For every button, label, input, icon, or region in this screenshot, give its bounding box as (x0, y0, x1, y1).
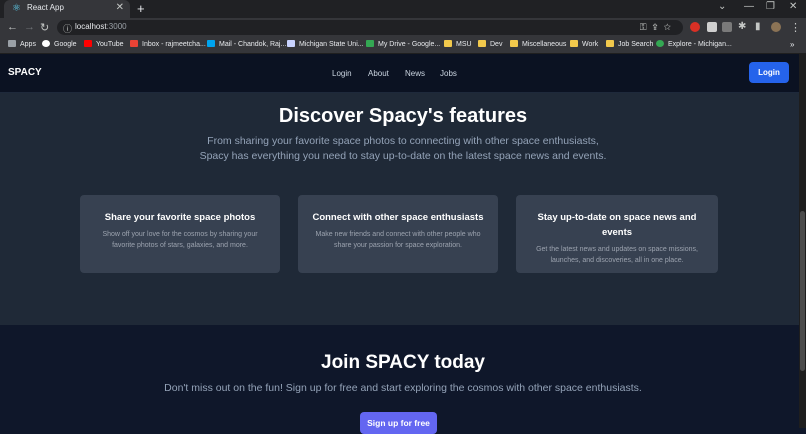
bookmark-folder-dev[interactable]: Dev (478, 40, 502, 48)
feature-card-connect: Connect with other space enthusiasts Mak… (298, 195, 498, 273)
profile-avatar[interactable] (771, 22, 781, 32)
browser-toolbar: ← → ↻ ⓘ localhost:3000 ⚿⇪☆ ✱ ▮ ⋮ (0, 18, 806, 37)
bookmark-folder-miscellaneous[interactable]: Miscellaneous (510, 40, 566, 48)
scrollbar-thumb[interactable] (800, 211, 805, 371)
bookmark-star-icon[interactable]: ☆ (664, 22, 677, 32)
nav-link-about[interactable]: About (368, 69, 389, 78)
reload-icon[interactable]: ↻ (40, 21, 49, 34)
page-scrollbar[interactable] (799, 54, 806, 428)
explore-icon (656, 40, 664, 47)
close-window-icon[interactable]: ✕ (789, 1, 797, 12)
nav-link-jobs[interactable]: Jobs (440, 69, 457, 78)
google-icon (42, 40, 50, 47)
extensions-puzzle-icon[interactable]: ✱ (738, 21, 746, 32)
feature-card-desc-line2: launches, and discoveries, all in one pl… (550, 257, 684, 264)
back-icon[interactable]: ← (7, 21, 18, 33)
bookmark-youtube[interactable]: YouTube (84, 40, 124, 48)
folder-icon (606, 40, 614, 47)
feature-card-desc-line1: Get the latest news and updates on space… (536, 246, 698, 253)
feature-card-desc-line2: share your passion for space exploration… (333, 242, 463, 249)
browser-tab[interactable]: ⚛ React App ✕ (4, 0, 130, 18)
browser-tab-bar: ⚛ React App ✕ + ⌄ — ❐ ✕ (0, 0, 806, 18)
bookmark-apps[interactable]: Apps (8, 40, 36, 48)
apps-grid-icon (8, 40, 16, 47)
react-icon: ⚛ (12, 3, 21, 14)
bookmarks-overflow-icon[interactable]: » (790, 40, 794, 49)
feature-card-title-line2: events (601, 227, 633, 238)
bookmark-google[interactable]: Google (42, 40, 77, 48)
tab-search-icon[interactable]: ⌄ (718, 1, 726, 12)
side-panel-icon[interactable]: ▮ (755, 21, 761, 32)
bookmark-folder-job-search[interactable]: Job Search (606, 40, 653, 48)
features-lead-line1: From sharing your favorite space photos … (207, 135, 599, 147)
folder-icon (510, 40, 518, 47)
features-section: Discover Spacy's features From sharing y… (0, 93, 806, 325)
address-bar[interactable]: ⓘ localhost:3000 ⚿⇪☆ (57, 20, 683, 35)
minimize-icon[interactable]: — (744, 1, 754, 12)
feature-card-desc-line2: favorite photos of stars, galaxies, and … (112, 242, 248, 249)
omnibox-actions: ⚿⇪☆ (640, 22, 677, 33)
bookmark-mail[interactable]: Mail - Chandok, Raj... (207, 40, 286, 48)
folder-icon (570, 40, 578, 47)
tab-title: React App (27, 3, 64, 12)
feature-card-news: Stay up-to-date on space news and events… (516, 195, 718, 273)
restore-icon[interactable]: ❐ (766, 1, 775, 12)
menu-dots-icon[interactable]: ⋮ (790, 21, 801, 34)
feature-card-desc-line1: Show off your love for the cosmos by sha… (102, 231, 258, 238)
brand-logo[interactable]: SPACY (8, 67, 42, 78)
login-button[interactable]: Login (749, 62, 789, 83)
google-drive-icon (366, 40, 374, 47)
extension-icon-red[interactable] (690, 22, 700, 32)
bookmarks-bar: Apps Google YouTube Inbox - rajmeetcha..… (0, 37, 806, 54)
bookmark-drive[interactable]: My Drive - Google... (366, 40, 440, 48)
youtube-icon (84, 40, 92, 47)
features-lead-line2: Spacy has everything you need to stay up… (199, 150, 607, 162)
join-text: Don't miss out on the fun! Sign up for f… (164, 382, 642, 394)
feature-card-title: Connect with other space enthusiasts (312, 212, 484, 223)
nav-link-login[interactable]: Login (332, 69, 352, 78)
key-icon[interactable]: ⚿ (640, 22, 653, 32)
extension-icon-gray[interactable] (707, 22, 717, 32)
forward-icon[interactable]: → (24, 21, 35, 33)
feature-card-desc-line1: Make new friends and connect with other … (315, 231, 481, 238)
extension-icon-dark[interactable] (722, 22, 732, 32)
feature-card-title: Share your favorite space photos (104, 212, 256, 223)
folder-icon (444, 40, 452, 47)
bookmark-folder-msu[interactable]: MSU (444, 40, 472, 48)
join-title: Join SPACY today (321, 352, 485, 373)
bookmark-inbox[interactable]: Inbox - rajmeetcha... (130, 40, 206, 48)
nav-link-news[interactable]: News (405, 69, 425, 78)
feature-card-share: Share your favorite space photos Show of… (80, 195, 280, 273)
app-navbar: SPACY Login About News Jobs Login (0, 54, 806, 93)
folder-icon (478, 40, 486, 47)
site-info-icon[interactable]: ⓘ (63, 22, 72, 35)
features-title: Discover Spacy's features (278, 105, 528, 127)
gmail-icon (130, 40, 138, 47)
microsoft-icon (207, 40, 215, 47)
msu-icon (287, 40, 295, 47)
join-section: Join SPACY today Don't miss out on the f… (0, 325, 806, 434)
url-text: localhost:3000 (75, 22, 127, 31)
close-tab-icon[interactable]: ✕ (116, 2, 124, 13)
bookmark-msu[interactable]: Michigan State Uni... (287, 40, 364, 48)
bookmark-folder-work[interactable]: Work (570, 40, 598, 48)
new-tab-button[interactable]: + (137, 1, 145, 16)
bookmark-explore[interactable]: Explore - Michigan... (656, 40, 732, 48)
feature-card-title-line1: Stay up-to-date on space news and (537, 212, 697, 223)
share-icon[interactable]: ⇪ (653, 22, 664, 32)
signup-button[interactable]: Sign up for free (360, 412, 437, 434)
